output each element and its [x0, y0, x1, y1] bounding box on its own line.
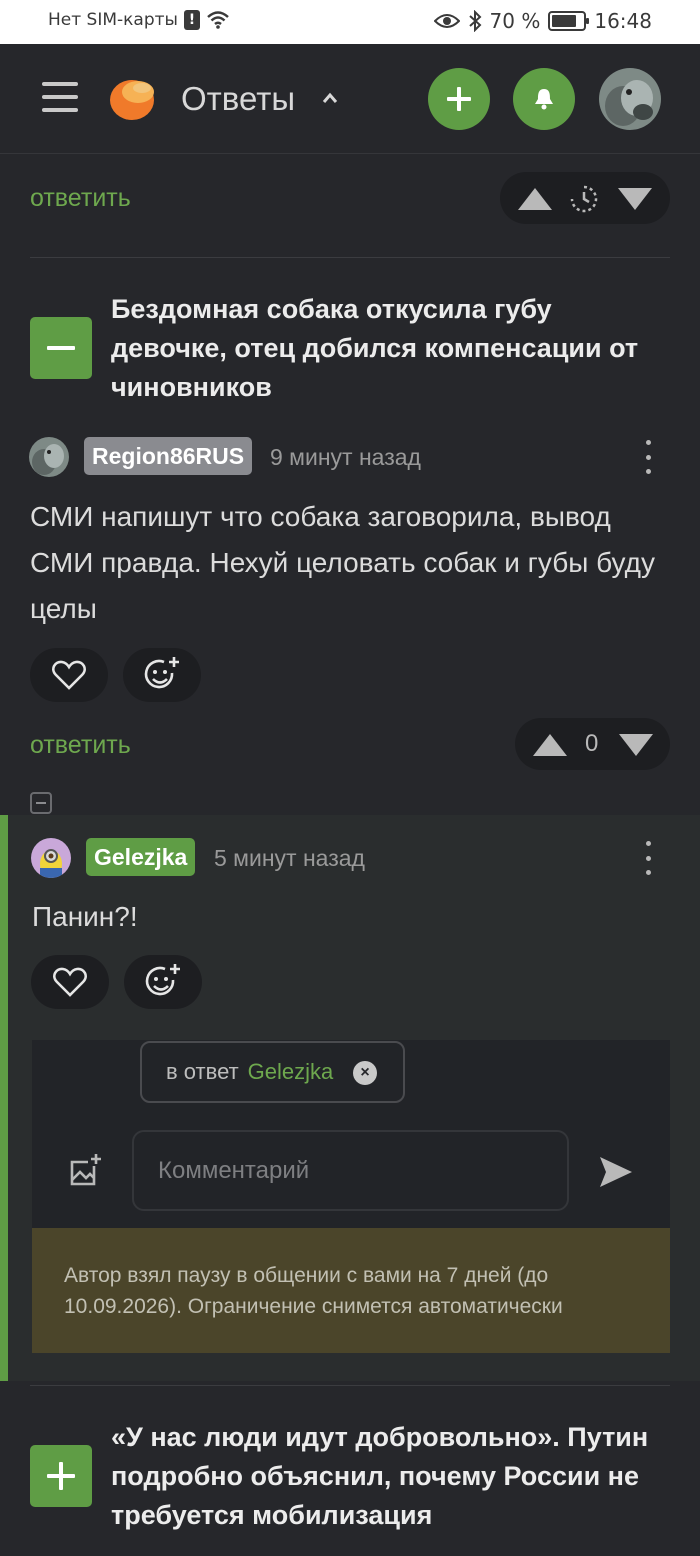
- pigeon-avatar-image: [599, 68, 661, 130]
- bell-icon: [535, 89, 553, 110]
- wifi-icon: [207, 11, 229, 29]
- add-post-button[interactable]: [428, 68, 490, 130]
- avatar[interactable]: [31, 838, 71, 878]
- menu-icon[interactable]: [42, 82, 78, 114]
- comment-time: 5 минут назад: [214, 845, 365, 871]
- arrow-down-icon[interactable]: [618, 188, 652, 210]
- username-badge[interactable]: Region86RUS: [84, 437, 253, 475]
- post-title[interactable]: Бездомная собака откусила губу девочке, …: [111, 290, 671, 407]
- vote-score: 0: [585, 730, 599, 757]
- attach-image-icon[interactable]: [68, 1152, 104, 1188]
- sim-alert-icon: !: [183, 10, 200, 30]
- post-title[interactable]: «У нас люди идут добровольно». Путин под…: [111, 1418, 671, 1535]
- expand-post-button[interactable]: [30, 1445, 92, 1507]
- status-left: Нет SIM-карты !: [48, 10, 230, 30]
- collapse-thread-button[interactable]: [30, 792, 52, 814]
- clock-time: 16:48: [594, 9, 652, 33]
- arrow-up-icon[interactable]: [533, 734, 567, 756]
- user-avatar[interactable]: [599, 68, 661, 130]
- notifications-button[interactable]: [513, 68, 575, 130]
- app-logo[interactable]: [108, 74, 160, 122]
- comment-time: 9 минут назад: [270, 444, 421, 470]
- pigeon-avatar-image: [29, 437, 69, 477]
- nested-comment: Gelezjka 5 минут назад Панин?! в ответ G…: [0, 815, 700, 1381]
- comment-text: Панин?!: [32, 901, 138, 932]
- like-button[interactable]: [30, 648, 108, 702]
- comment-text: СМИ напишут что собака заговорила, вывод…: [30, 501, 655, 624]
- reply-to-label: в ответ: [166, 1059, 239, 1084]
- page-title[interactable]: Ответы: [181, 80, 295, 118]
- app-header: Ответы: [0, 44, 700, 154]
- plus-icon: [47, 1462, 75, 1490]
- chevron-up-icon[interactable]: [322, 90, 338, 106]
- bluetooth-icon: [468, 10, 481, 32]
- reply-to-chip: в ответ Gelezjka ×: [140, 1041, 405, 1103]
- more-options-icon[interactable]: [643, 841, 653, 875]
- restriction-notice: Автор взял паузу в общении с вами на 7 д…: [32, 1228, 670, 1353]
- minus-icon: [47, 346, 75, 350]
- divider: [30, 1385, 670, 1386]
- emoji-add-icon: [145, 964, 180, 996]
- more-options-icon[interactable]: [643, 440, 653, 474]
- plus-icon: [447, 87, 471, 111]
- comment-input[interactable]: [132, 1130, 569, 1211]
- thread-line: [0, 815, 8, 1381]
- status-right: 70 % 16:48: [433, 9, 652, 33]
- username-badge[interactable]: Gelezjka: [86, 838, 196, 876]
- send-icon[interactable]: [598, 1155, 634, 1189]
- carrier-label: Нет SIM-карты: [48, 10, 178, 30]
- reply-link[interactable]: ответить: [30, 731, 131, 760]
- avatar[interactable]: [29, 437, 69, 477]
- eye-icon: [433, 14, 460, 28]
- clock-icon: [570, 185, 598, 213]
- arrow-up-icon[interactable]: [518, 188, 552, 210]
- reply-link-top[interactable]: ответить: [30, 184, 131, 213]
- like-button[interactable]: [31, 955, 109, 1009]
- close-icon[interactable]: ×: [353, 1061, 377, 1085]
- add-reaction-button[interactable]: [124, 955, 202, 1009]
- minion-avatar-image: [31, 838, 71, 878]
- emoji-add-icon: [144, 657, 179, 689]
- divider: [30, 257, 670, 258]
- reply-to-username: Gelezjka: [247, 1059, 334, 1084]
- vote-control: 0: [515, 718, 670, 770]
- heart-icon: [52, 660, 86, 690]
- battery-icon: [548, 11, 590, 31]
- vote-control-top: [500, 172, 670, 224]
- heart-icon: [53, 967, 87, 997]
- status-bar: Нет SIM-карты ! 70 % 16:48: [0, 0, 700, 44]
- add-reaction-button[interactable]: [123, 648, 201, 702]
- arrow-down-icon[interactable]: [619, 734, 653, 756]
- battery-percent: 70 %: [489, 9, 541, 33]
- collapse-post-button[interactable]: [30, 317, 92, 379]
